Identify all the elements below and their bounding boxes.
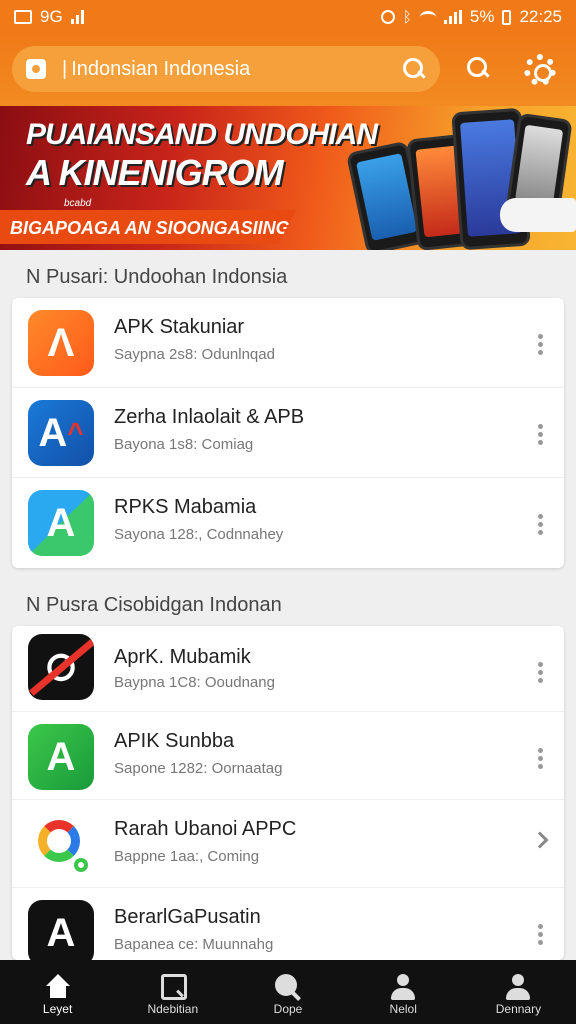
home-icon: [43, 972, 73, 1002]
cell-signal-icon: [443, 10, 462, 24]
green-a-icon: A: [28, 724, 94, 790]
list-item[interactable]: A BerarlGaPusatin Bapanea ce: Muunnahg: [12, 888, 564, 960]
nav-item-nelol[interactable]: Nelol: [346, 960, 461, 1024]
list-item[interactable]: A ^ Zerha Inlaolait & APB Bayona 1s8: Com…: [12, 388, 564, 478]
app-name: AprK. Mubamik: [114, 646, 251, 668]
magnifier-icon: [273, 972, 303, 1002]
battery-icon: [502, 9, 512, 25]
app-subtitle: Bappne 1aa:, Coming: [114, 848, 260, 865]
nav-label: Leyet: [42, 1002, 73, 1016]
battery-percent: 5%: [469, 7, 495, 26]
clock: 22:25: [519, 7, 562, 26]
nav-item-dope[interactable]: Dope: [230, 960, 345, 1024]
network-label: 9G: [40, 7, 63, 26]
gear-icon[interactable]: [524, 54, 556, 86]
list-item[interactable]: ⊘ AprK. Mubamik Baypna 1C8: Ooudnang: [12, 626, 564, 712]
search-input[interactable]: Indonsian Indonesia: [71, 58, 402, 81]
more-options-icon[interactable]: [538, 514, 544, 535]
nav-item-dennary[interactable]: Dennary: [461, 960, 576, 1024]
banner-tag: bcabd: [64, 198, 92, 209]
app-name: APK Stakuniar: [114, 316, 245, 338]
app-name: BerarlGaPusatin: [114, 906, 261, 928]
profile-icon: [388, 972, 418, 1002]
bluetooth-icon: ᛒ: [402, 8, 412, 26]
nav-item-ndebitian[interactable]: Ndebitian: [115, 960, 230, 1024]
nav-label: Dennary: [495, 1002, 542, 1016]
app-name: APIK Sunbba: [114, 730, 235, 752]
more-options-icon[interactable]: [538, 748, 544, 769]
list-item[interactable]: Rarah Ubanoi APPC Bappne 1aa:, Coming: [12, 800, 564, 888]
app-list-card: ⊘ AprK. Mubamik Baypna 1C8: Ooudnang A A…: [12, 626, 564, 960]
blue-red-a-icon: A ^: [28, 400, 94, 466]
hand-illustration: [500, 198, 576, 232]
search-icon[interactable]: [402, 57, 426, 81]
section-title: N Pusari: Undoohan Indonsia: [26, 266, 288, 288]
text-cursor: |: [62, 57, 68, 80]
app-bar: | Indonsian Indonesia: [0, 34, 576, 106]
app-subtitle: Bayona 1s8: Comiag: [114, 436, 254, 453]
alarm-icon: [380, 10, 395, 24]
search-square-icon: [158, 972, 188, 1002]
more-options-icon[interactable]: [538, 924, 544, 945]
list-item[interactable]: A RPKS Mabamia Sayona 128:, Codnnahey: [12, 478, 564, 568]
app-subtitle: Sayona 128:, Codnnahey: [114, 526, 284, 543]
search-button-icon[interactable]: [466, 56, 494, 84]
status-bar: 9G ᛒ 5% 22:25: [0, 0, 576, 34]
app-subtitle: Bapanea ce: Muunnahg: [114, 936, 274, 953]
more-options-icon[interactable]: [538, 662, 544, 683]
nav-item-leyet[interactable]: Leyet: [0, 960, 115, 1024]
app-subtitle: Baypna 1C8: Ooudnang: [114, 674, 275, 691]
black-a-icon: A: [28, 900, 94, 960]
banner-subheadline: A KINENIGROM: [26, 152, 284, 193]
section-title: N Pusra Cisobidgan Indonan: [26, 594, 282, 616]
shopping-bag-icon: [26, 59, 46, 79]
nav-label: Nelol: [389, 1002, 417, 1016]
app-name: Zerha Inlaolait & APB: [114, 406, 305, 428]
app-subtitle: Sapone 1282: Oornaatag: [114, 760, 283, 777]
list-item[interactable]: A APIK Sunbba Sapone 1282: Oornaatag: [12, 712, 564, 800]
wifi-icon: [419, 11, 436, 23]
promo-banner[interactable]: PUAIANSAND UNDOHIAN A KINENIGROM bcabd B…: [0, 106, 576, 250]
banner-strip: BIGAPOAGA AN SIOONGASIING: [0, 210, 296, 244]
nav-label: Dope: [273, 1002, 303, 1016]
signal-icon: [70, 10, 84, 24]
more-options-icon[interactable]: [538, 334, 544, 355]
search-bar[interactable]: | Indonsian Indonesia: [12, 46, 440, 92]
more-options-icon[interactable]: [538, 424, 544, 445]
banner-headline: PUAIANSAND UNDOHIAN: [26, 118, 378, 151]
black-red-slash-icon: ⊘: [28, 634, 94, 700]
person-icon: [503, 972, 533, 1002]
gallery-icon: [14, 10, 32, 24]
list-item[interactable]: Ʌ APK Stakuniar Saypna 2s8: Odunlnqad: [12, 298, 564, 388]
orange-ya-icon: Ʌ: [28, 310, 94, 376]
nav-label: Ndebitian: [147, 1002, 199, 1016]
chevron-right-icon[interactable]: [531, 831, 549, 849]
blue-green-a-icon: A: [28, 490, 94, 556]
bottom-nav: Leyet Ndebitian Dope Nelol Dennary: [0, 960, 576, 1024]
app-subtitle: Saypna 2s8: Odunlnqad: [114, 346, 275, 363]
app-list-card: Ʌ APK Stakuniar Saypna 2s8: Odunlnqad A ^…: [12, 298, 564, 568]
app-name: Rarah Ubanoi APPC: [114, 818, 297, 840]
colorful-pin-icon: [28, 812, 94, 878]
app-name: RPKS Mabamia: [114, 496, 257, 518]
